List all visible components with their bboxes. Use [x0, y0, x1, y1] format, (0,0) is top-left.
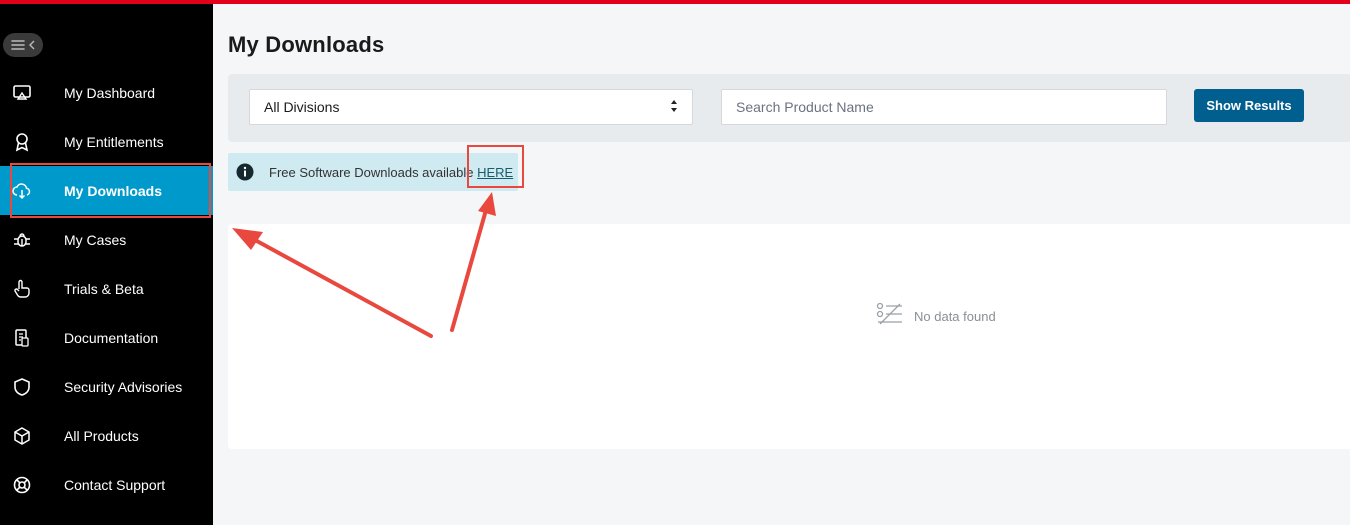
sidebar-item-label: All Products [64, 427, 139, 444]
sidebar-item-label: Security Advisories [64, 378, 183, 395]
filter-bar: All Divisions Show Results [228, 74, 1350, 142]
sidebar-item-cases[interactable]: My Cases [0, 215, 213, 264]
division-select-value: All Divisions [264, 99, 340, 115]
document-icon [12, 328, 32, 348]
empty-state: No data found [876, 302, 996, 331]
sidebar-item-label: My Downloads [64, 182, 163, 199]
pointer-hand-icon [12, 279, 32, 299]
sidebar-item-documentation[interactable]: Documentation [0, 313, 213, 362]
award-icon [12, 132, 32, 152]
chevron-left-icon [29, 40, 35, 50]
empty-state-text: No data found [914, 309, 996, 324]
sidebar-item-label: My Cases [64, 231, 127, 248]
select-arrows-icon [670, 99, 678, 113]
sidebar-item-label: Trials & Beta [64, 280, 144, 297]
no-data-icon [876, 302, 904, 331]
sidebar-item-entitlements[interactable]: My Entitlements [0, 117, 213, 166]
alert-text: Free Software Downloads available HERE [269, 165, 513, 180]
info-icon [236, 163, 254, 181]
sidebar: My Dashboard My Entitlements My Download… [0, 4, 213, 525]
results-panel: No data found [228, 224, 1350, 449]
sidebar-item-trials[interactable]: Trials & Beta [0, 264, 213, 313]
search-input[interactable] [721, 89, 1167, 125]
shield-icon [12, 377, 32, 397]
sidebar-item-products[interactable]: All Products [0, 411, 213, 460]
main-content: My Downloads All Divisions Show Results … [213, 4, 1350, 525]
alert-message: Free Software Downloads available [269, 164, 478, 180]
menu-toggle-button[interactable] [3, 33, 43, 57]
sidebar-item-support[interactable]: Contact Support [0, 460, 213, 509]
monitor-icon [12, 83, 32, 103]
sidebar-item-downloads[interactable]: My Downloads [0, 166, 213, 215]
show-results-button[interactable]: Show Results [1194, 89, 1304, 122]
sidebar-item-label: My Entitlements [64, 133, 164, 150]
lifebuoy-icon [12, 475, 32, 495]
sidebar-item-label: Contact Support [64, 476, 166, 493]
sidebar-item-label: My Dashboard [64, 84, 156, 101]
page-title: My Downloads [228, 32, 385, 57]
bug-icon [12, 230, 32, 250]
free-downloads-link[interactable]: HERE [477, 165, 513, 180]
sidebar-item-dashboard[interactable]: My Dashboard [0, 68, 213, 117]
hamburger-icon [11, 39, 25, 51]
division-select[interactable]: All Divisions [249, 89, 693, 125]
sidebar-item-label: Documentation [64, 329, 159, 346]
cube-icon [12, 426, 32, 446]
sidebar-item-security[interactable]: Security Advisories [0, 362, 213, 411]
info-alert: Free Software Downloads available HERE [228, 153, 518, 191]
cloud-download-icon [12, 181, 32, 201]
